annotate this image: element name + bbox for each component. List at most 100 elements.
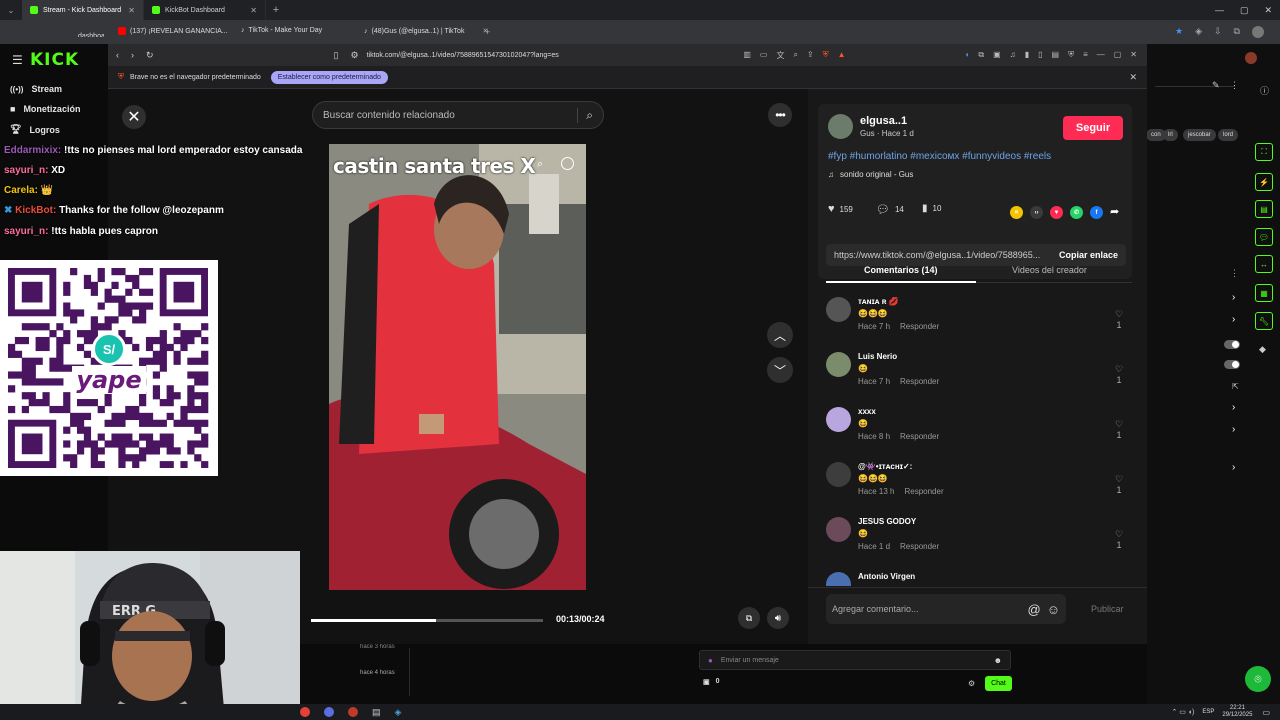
side-action-button[interactable]: ▤ [1255, 200, 1273, 218]
outer-tab-kickbot[interactable]: KickBot Dashboard ✕ [144, 0, 266, 20]
screenshot-icon[interactable]: ▣ [993, 50, 1001, 61]
commenter-name[interactable]: Luis Nerio [858, 352, 897, 361]
side-action-button[interactable]: ⚡ [1255, 173, 1273, 191]
language-indicator[interactable]: ESP [1202, 709, 1214, 715]
close-video-button[interactable]: ✕ [122, 105, 146, 129]
search-input[interactable]: Buscar contenido relacionado ⌕ [312, 101, 604, 129]
menu-icon[interactable]: ⋮ [1276, 26, 1280, 38]
sidebar-item-monetizacion[interactable]: ■ Monetización [10, 104, 80, 114]
comment-like[interactable]: ♡ 1 [1112, 309, 1126, 330]
hamburger-icon[interactable]: ☰ [12, 53, 23, 67]
author-avatar[interactable] [828, 114, 853, 139]
reply-button[interactable]: Responder [904, 487, 943, 496]
side-action-button[interactable]: 💬︎ [1255, 228, 1273, 246]
edit-icon[interactable]: ✎ [1212, 80, 1220, 91]
download-icon[interactable]: ⇩ [1214, 26, 1222, 38]
chat-username[interactable]: Eddarmixix: [4, 145, 61, 156]
sidebar-item-logros[interactable]: 🏆︎ Logros [10, 124, 60, 135]
tab-creator-videos[interactable]: Videos del creador [1012, 265, 1087, 275]
volume-icon[interactable]: 🔊︎ [767, 607, 789, 629]
more-options-button[interactable]: ••• [768, 103, 792, 127]
new-tab-button[interactable]: + [485, 27, 490, 37]
star-icon[interactable]: ★ [1175, 26, 1183, 38]
save-stat[interactable]: ▮ 10 [922, 203, 941, 214]
chevron-right-icon[interactable]: › [1232, 424, 1235, 435]
close-tab-icon[interactable]: ✕ [250, 6, 257, 15]
bookmark-tiktok[interactable]: ♪ TikTok - Make Your Day [241, 27, 322, 34]
app-icon[interactable]: ▤ [372, 707, 381, 718]
reload-icon[interactable]: ↻ [146, 50, 154, 61]
menu-icon[interactable]: ≡ [1083, 50, 1088, 61]
external-link-icon[interactable]: ⇱ [1232, 382, 1239, 391]
commenter-avatar[interactable] [826, 572, 851, 586]
clock[interactable]: 22:21 29/12/2025 [1222, 705, 1252, 719]
extension-icon[interactable]: ◈ [1195, 26, 1202, 38]
comment-like[interactable]: ♡ 1 [1112, 474, 1126, 495]
follow-button[interactable]: Seguir [1063, 116, 1123, 140]
emoji-icon[interactable]: ☺ [1047, 602, 1060, 617]
tag-chip[interactable]: lrl [1163, 129, 1178, 141]
share-arrow-icon[interactable]: ➦ [1110, 205, 1119, 218]
steam-icon[interactable]: ◈ [395, 707, 402, 718]
tab-comments[interactable]: Comentarios (14) [864, 265, 938, 275]
chat-input[interactable]: ● Enviar un mensaje ☻ [699, 650, 1011, 670]
tab-list-icon[interactable]: ⌄ [0, 0, 22, 20]
reply-button[interactable]: Responder [900, 377, 939, 386]
coin-share-icon[interactable]: ¤ [1010, 206, 1023, 219]
brave-shield-icon[interactable]: ⛨ [823, 50, 829, 61]
help-chat-button[interactable]: ⌾ [1245, 666, 1271, 692]
minimize-icon[interactable]: — [1097, 50, 1105, 61]
tag-chip[interactable]: lord [1218, 129, 1239, 141]
translate-icon[interactable]: 文 [776, 50, 784, 61]
bookmark-dashboard[interactable]: dashboar [78, 27, 104, 37]
chat-username[interactable]: sayuri_n: [4, 226, 48, 237]
outer-tab-kick-dashboard[interactable]: Stream - Kick Dashboard ✕ [22, 0, 144, 20]
close-tab-icon[interactable]: ✕ [128, 6, 135, 15]
sidebar-item-stream[interactable]: ((•)) Stream [10, 84, 62, 94]
comment-like[interactable]: ♡ 1 [1112, 364, 1126, 385]
emoji-icon[interactable]: ☻ [994, 656, 1002, 665]
comment-input[interactable]: Agregar comentario... @ ☺ [826, 594, 1066, 624]
wallet-icon[interactable]: ▤ [1052, 50, 1060, 61]
previous-video-button[interactable]: ︿ [767, 322, 793, 348]
toggle-switch[interactable] [1224, 360, 1240, 369]
forward-icon[interactable]: › [131, 50, 134, 60]
tag-chip[interactable]: jescobar [1183, 129, 1216, 141]
comment-like[interactable]: ♡ 1 [1112, 529, 1126, 550]
close-notice-icon[interactable]: ✕ [1129, 72, 1137, 83]
commenter-avatar[interactable] [826, 297, 851, 322]
publish-button[interactable]: Publicar [1091, 604, 1124, 614]
chevron-right-icon[interactable]: › [1232, 314, 1235, 325]
puzzle-icon[interactable]: ⧉ [978, 50, 984, 61]
reply-button[interactable]: Responder [900, 322, 939, 331]
back-icon[interactable]: ‹ [116, 50, 119, 60]
commenter-name[interactable]: JESUS GODOY [858, 517, 916, 526]
profile-avatar[interactable] [1251, 26, 1264, 38]
profile-overlay-icon[interactable] [561, 157, 574, 170]
facebook-icon[interactable]: f [1090, 206, 1103, 219]
side-action-button[interactable]: ▦ [1255, 284, 1273, 302]
commenter-name[interactable]: ᴛᴀɴɪᴀ ʀ 💋 [858, 297, 899, 306]
url-field[interactable]: tiktok.com/@elgusa..1/video/758896515473… [367, 52, 559, 59]
like-stat[interactable]: ♥ 159 [828, 203, 853, 215]
close-window-icon[interactable]: ✕ [1265, 5, 1273, 16]
info-icon[interactable]: ⓘ [1260, 84, 1269, 97]
chevron-right-icon[interactable]: › [1232, 402, 1235, 413]
commenter-avatar[interactable] [826, 517, 851, 542]
zoom-icon[interactable]: ⌕ [793, 50, 797, 61]
audio-icon[interactable]: ◖ [965, 50, 970, 61]
close-window-icon[interactable]: ✕ [1130, 50, 1137, 61]
chat-username[interactable]: sayuri_n: [4, 165, 48, 176]
chat-username[interactable]: KickBot: [15, 205, 56, 216]
music-icon[interactable]: ♫ [1010, 50, 1016, 61]
user-avatar[interactable] [1245, 52, 1257, 64]
floating-player-button[interactable]: ⧉ [738, 607, 760, 629]
maximize-icon[interactable]: ▢ [1114, 50, 1122, 61]
hashtags[interactable]: #fyp #humorlatino #mexicoмx #funnyvideos… [828, 151, 1051, 162]
comment-like[interactable]: ♡ 1 [1112, 419, 1126, 440]
puzzle-icon[interactable]: ⧉ [1234, 26, 1240, 38]
toggle-switch[interactable] [1224, 340, 1240, 349]
minimize-icon[interactable]: — [1215, 5, 1224, 15]
app-icon[interactable] [324, 707, 334, 717]
tiktok-share-icon[interactable]: ▼ [1050, 206, 1063, 219]
